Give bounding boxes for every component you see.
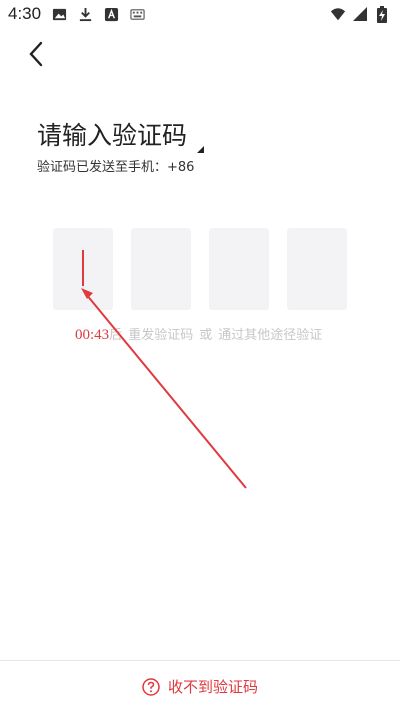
code-box-2[interactable] — [131, 228, 191, 310]
other-verification-link[interactable]: 通过其他途径验证 — [218, 324, 322, 343]
battery-charging-icon — [374, 5, 390, 23]
image-icon — [51, 6, 67, 22]
status-left: 4:30 — [8, 4, 145, 24]
page-title: 请输入验证码 — [37, 121, 188, 150]
bottom-divider — [0, 660, 400, 661]
back-button[interactable] — [20, 38, 52, 70]
resend-code-link[interactable]: 重发验证码 — [128, 324, 193, 343]
chevron-left-icon — [29, 41, 43, 67]
sent-to-phone-text: 验证码已发送至手机：+86 — [37, 160, 195, 175]
resend-row: 00:43 后 重发验证码 或 通过其他途径验证 — [75, 324, 322, 344]
cant-receive-code-button[interactable]: 收不到验证码 — [0, 676, 400, 697]
countdown-timer: 00:43 — [75, 327, 110, 343]
keyboard-icon — [129, 6, 145, 22]
code-input-boxes[interactable] — [53, 228, 347, 310]
status-right — [330, 5, 390, 23]
annotation-arrow — [81, 288, 247, 489]
wifi-icon — [330, 6, 346, 22]
code-box-1[interactable] — [53, 228, 113, 310]
status-time: 4:30 — [8, 4, 42, 23]
corner-mark — [197, 146, 204, 153]
cant-receive-code-label: 收不到验证码 — [167, 678, 258, 696]
countdown-suffix: 后 — [109, 328, 123, 343]
signal-icon — [352, 6, 368, 22]
download-icon — [77, 6, 93, 22]
code-box-4[interactable] — [287, 228, 347, 310]
question-circle-icon — [142, 677, 160, 696]
code-box-3[interactable] — [209, 228, 269, 310]
input-cursor — [82, 250, 84, 286]
a-box-icon — [103, 6, 119, 22]
or-text: 或 — [199, 328, 213, 343]
status-bar: 4:30 — [0, 0, 400, 28]
